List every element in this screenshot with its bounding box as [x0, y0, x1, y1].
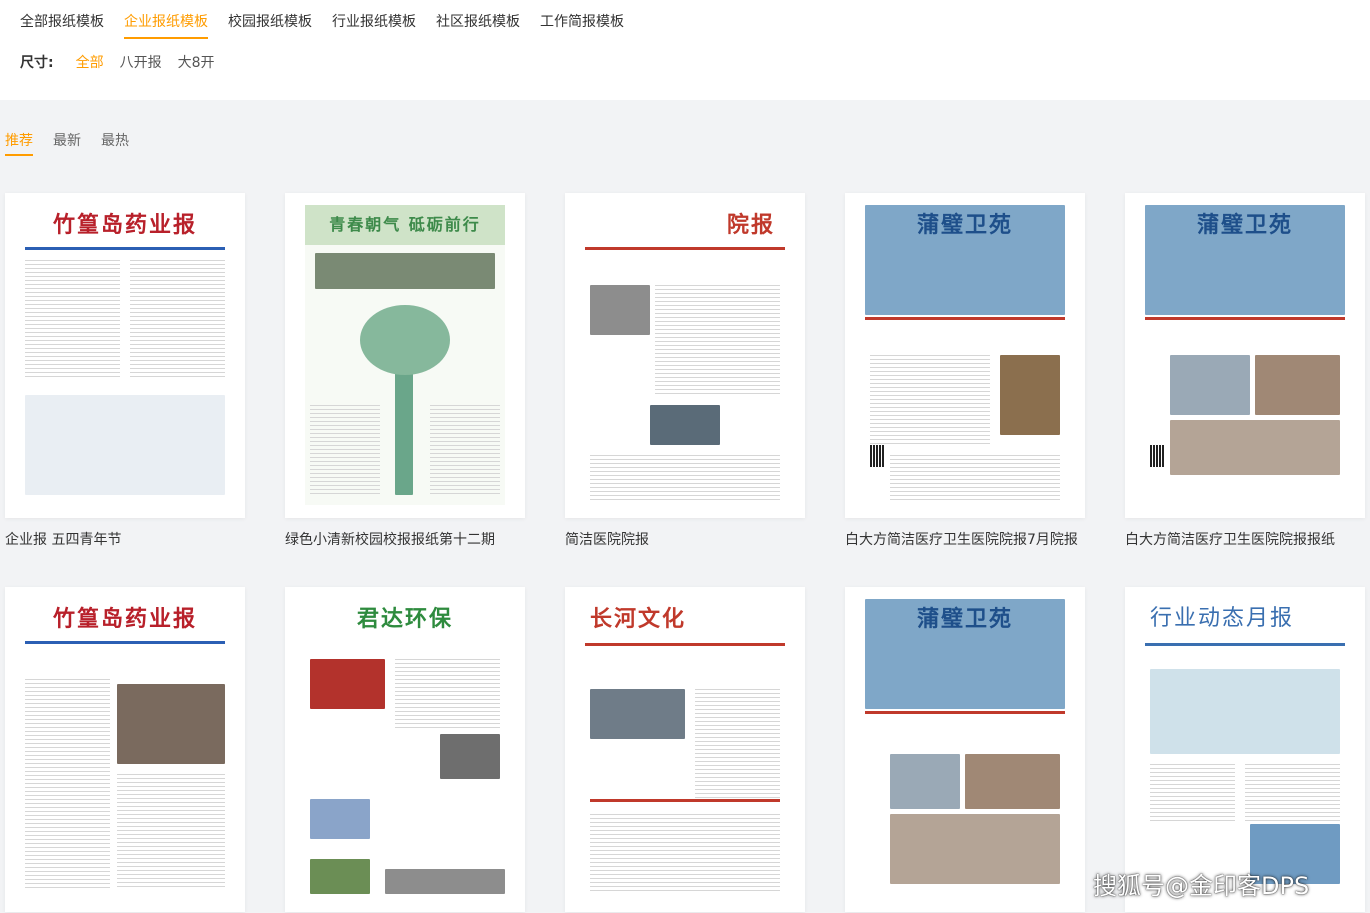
- text-column: [1150, 764, 1235, 824]
- newspaper-thumbnail: 竹篁岛药业报: [25, 599, 225, 899]
- template-card[interactable]: 青春朝气 砥砺前行: [285, 193, 525, 518]
- header-bar: [865, 317, 1065, 320]
- photo: [440, 734, 500, 779]
- photo: [1170, 355, 1250, 415]
- sort-newest[interactable]: 最新: [53, 130, 81, 156]
- template-card[interactable]: 竹篁岛药业报: [5, 587, 245, 912]
- filter-panel: 全部报纸模板 企业报纸模板 校园报纸模板 行业报纸模板 社区报纸模板 工作简报模…: [0, 0, 1370, 100]
- size-option-large-8k[interactable]: 大8开: [178, 52, 215, 72]
- photo: [650, 405, 720, 445]
- size-option-8k[interactable]: 八开报: [120, 52, 162, 72]
- tree-foliage: [360, 305, 450, 375]
- text-column: [870, 355, 990, 445]
- photo: [385, 869, 505, 894]
- template-title[interactable]: 白大方简洁医疗卫生医院院报报纸: [1125, 529, 1370, 549]
- template-card[interactable]: 院报: [565, 193, 805, 518]
- masthead: 蒲璧卫苑: [1196, 212, 1293, 238]
- header-bar: [585, 247, 785, 250]
- template-title[interactable]: 白大方简洁医疗卫生医院院报7月院报: [845, 529, 1105, 549]
- sort-hottest[interactable]: 最热: [101, 130, 129, 156]
- template-card[interactable]: 蒲璧卫苑: [845, 193, 1085, 518]
- size-filter-label: 尺寸:: [20, 55, 54, 71]
- photo: [890, 814, 1060, 884]
- tab-campus-newspaper[interactable]: 校园报纸模板: [228, 12, 312, 36]
- header-bar: [1145, 317, 1345, 320]
- text-column: [655, 285, 780, 395]
- tab-community-newspaper[interactable]: 社区报纸模板: [436, 12, 520, 36]
- header-bar: [1145, 643, 1345, 646]
- template-card[interactable]: 竹篁岛药业报: [5, 193, 245, 518]
- newspaper-thumbnail: 行业动态月报: [1145, 599, 1345, 899]
- tab-work-briefing[interactable]: 工作简报模板: [540, 12, 624, 36]
- template-card[interactable]: 长河文化: [565, 587, 805, 912]
- text-column: [890, 455, 1060, 500]
- newspaper-thumbnail: 君达环保: [305, 599, 505, 899]
- text-column: [25, 679, 110, 889]
- photo: [890, 754, 960, 809]
- masthead: 君达环保: [356, 606, 453, 632]
- photo: [117, 684, 225, 764]
- sort-tabs: 推荐 最新 最热: [5, 130, 149, 156]
- photo: [1000, 355, 1060, 435]
- photo: [965, 754, 1060, 809]
- text-column: [130, 260, 225, 380]
- text-column: [395, 659, 500, 729]
- section-bar: [590, 799, 780, 802]
- masthead: 长河文化: [590, 606, 687, 632]
- newspaper-thumbnail: 青春朝气 砥砺前行: [305, 205, 505, 505]
- text-column: [590, 455, 780, 500]
- photo: [1255, 355, 1340, 415]
- size-filter: 尺寸: 全部 八开报 大8开: [20, 52, 231, 72]
- masthead: 竹篁岛药业报: [52, 606, 197, 632]
- photo: [590, 689, 685, 739]
- category-tabs: 全部报纸模板 企业报纸模板 校园报纸模板 行业报纸模板 社区报纸模板 工作简报模…: [20, 12, 644, 39]
- text-column: [117, 774, 225, 889]
- qr-code-icon: [870, 445, 884, 467]
- newspaper-thumbnail: 长河文化: [585, 599, 785, 899]
- masthead: 蒲璧卫苑: [916, 606, 1013, 632]
- text-column: [1245, 764, 1340, 824]
- header-bar: [865, 711, 1065, 714]
- photo: [25, 395, 225, 495]
- template-title[interactable]: 绿色小清新校园校报报纸第十二期: [285, 529, 545, 549]
- tab-all-newspaper[interactable]: 全部报纸模板: [20, 12, 104, 36]
- newspaper-thumbnail: 蒲璧卫苑: [865, 205, 1065, 505]
- template-card[interactable]: 君达环保: [285, 587, 525, 912]
- watermark: 搜狐号@金印客DPS: [1093, 872, 1310, 900]
- photo: [590, 285, 650, 335]
- header-bar: [25, 641, 225, 644]
- sort-recommended[interactable]: 推荐: [5, 130, 33, 156]
- template-title[interactable]: 企业报 五四青年节: [5, 529, 265, 549]
- tab-industry-newspaper[interactable]: 行业报纸模板: [332, 12, 416, 36]
- header-bar: [25, 247, 225, 250]
- masthead: 蒲璧卫苑: [916, 212, 1013, 238]
- template-card[interactable]: 蒲璧卫苑: [1125, 193, 1365, 518]
- newspaper-thumbnail: 院报: [585, 205, 785, 505]
- photo: [315, 253, 495, 289]
- photo: [310, 859, 370, 894]
- template-card[interactable]: 行业动态月报: [1125, 587, 1365, 912]
- masthead: 竹篁岛药业报: [52, 212, 197, 238]
- newspaper-thumbnail: 竹篁岛药业报: [25, 205, 225, 505]
- tab-enterprise-newspaper[interactable]: 企业报纸模板: [124, 12, 208, 39]
- masthead: 行业动态月报: [1150, 606, 1295, 631]
- template-title[interactable]: 简洁医院院报: [565, 529, 825, 549]
- header-bar: [585, 643, 785, 646]
- map-image: [1150, 669, 1340, 754]
- text-column: [310, 405, 380, 495]
- text-column: [430, 405, 500, 495]
- masthead: 院报: [726, 212, 775, 238]
- text-column: [590, 814, 780, 894]
- photo: [310, 799, 370, 839]
- text-column: [695, 689, 780, 799]
- size-option-all[interactable]: 全部: [76, 52, 104, 72]
- newspaper-thumbnail: 蒲璧卫苑: [1145, 205, 1345, 505]
- photo: [1170, 420, 1340, 475]
- photo: [310, 659, 385, 709]
- template-card[interactable]: 蒲璧卫苑: [845, 587, 1085, 912]
- qr-code-icon: [1150, 445, 1164, 467]
- newspaper-thumbnail: 蒲璧卫苑: [865, 599, 1065, 899]
- text-column: [25, 260, 120, 380]
- masthead: 青春朝气 砥砺前行: [305, 205, 505, 245]
